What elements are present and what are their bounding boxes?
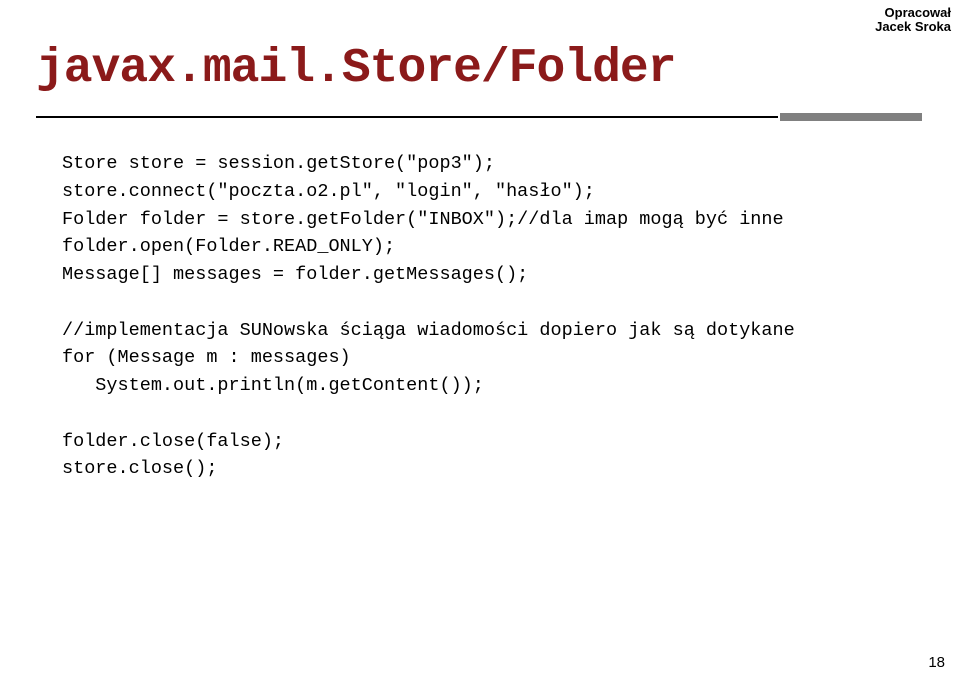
credit-line2: Jacek Sroka (875, 20, 951, 34)
page-number: 18 (928, 654, 945, 671)
code-line: Store store = session.getStore("pop3"); (62, 153, 495, 174)
header-credit: Opracował Jacek Sroka (875, 6, 951, 35)
credit-line1: Opracował (875, 6, 951, 20)
code-line: System.out.println(m.getContent()); (62, 375, 484, 396)
code-line: folder.close(false); (62, 431, 284, 452)
slide-title: javax.mail.Store/Folder (36, 42, 676, 96)
code-line: for (Message m : messages) (62, 347, 351, 368)
code-line: Message[] messages = folder.getMessages(… (62, 264, 528, 285)
code-line: store.connect("poczta.o2.pl", "login", "… (62, 181, 595, 202)
code-line: Folder folder = store.getFolder("INBOX")… (62, 209, 784, 230)
code-line: store.close(); (62, 458, 217, 479)
code-line: folder.open(Folder.READ_ONLY); (62, 236, 395, 257)
title-underline-thick (780, 113, 922, 121)
code-line: //implementacja SUNowska ściąga wiadomoś… (62, 320, 795, 341)
title-underline-thin (36, 116, 778, 118)
code-block: Store store = session.getStore("pop3"); … (62, 150, 795, 483)
